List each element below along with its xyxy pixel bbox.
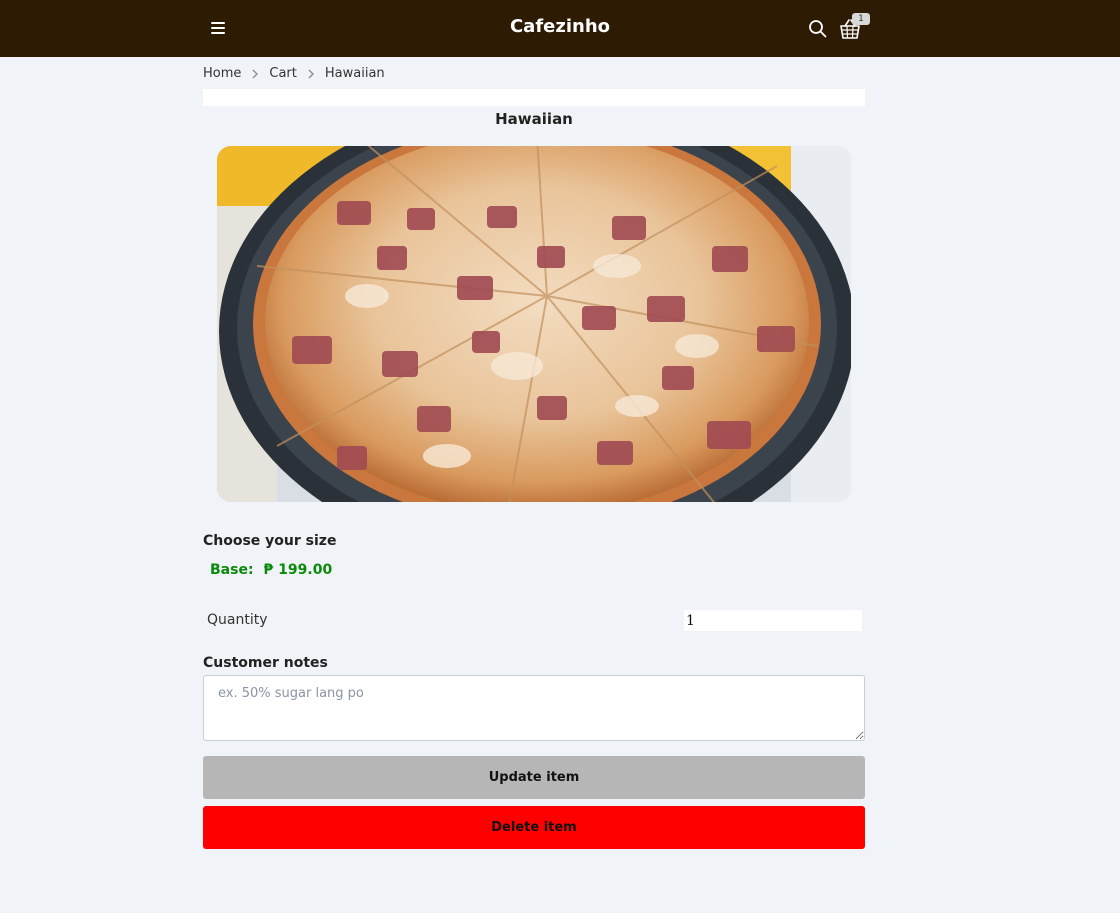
customer-notes-textarea[interactable]: [203, 675, 865, 741]
breadcrumb-current: Hawaiian: [324, 65, 385, 81]
size-option-name: Base:: [210, 562, 254, 578]
size-option-price: ₱ 199.00: [263, 562, 333, 578]
chevron-right-icon: [306, 68, 316, 79]
quantity-label: Quantity: [207, 612, 268, 628]
customer-notes-label: Customer notes: [203, 655, 328, 671]
quantity-input[interactable]: [684, 610, 862, 631]
breadcrumb: Home Cart Hawaiian: [203, 64, 385, 82]
update-item-button[interactable]: Update item: [203, 756, 865, 799]
breadcrumb-cart-link[interactable]: Cart: [269, 66, 297, 81]
chevron-right-icon: [250, 68, 260, 79]
top-navbar: Cafezinho 1: [0, 0, 1120, 57]
size-heading: Choose your size: [203, 533, 337, 549]
search-icon[interactable]: [808, 19, 828, 39]
header-strip: [203, 89, 865, 106]
product-title: Hawaiian: [495, 110, 573, 128]
size-option-base[interactable]: Base: ₱ 199.00: [210, 562, 332, 578]
delete-item-button[interactable]: Delete item: [203, 806, 865, 849]
brand-logo[interactable]: Cafezinho: [0, 16, 1120, 37]
cart-count-badge: 1: [852, 13, 870, 25]
breadcrumb-home-link[interactable]: Home: [203, 66, 241, 81]
product-image: [217, 146, 851, 502]
